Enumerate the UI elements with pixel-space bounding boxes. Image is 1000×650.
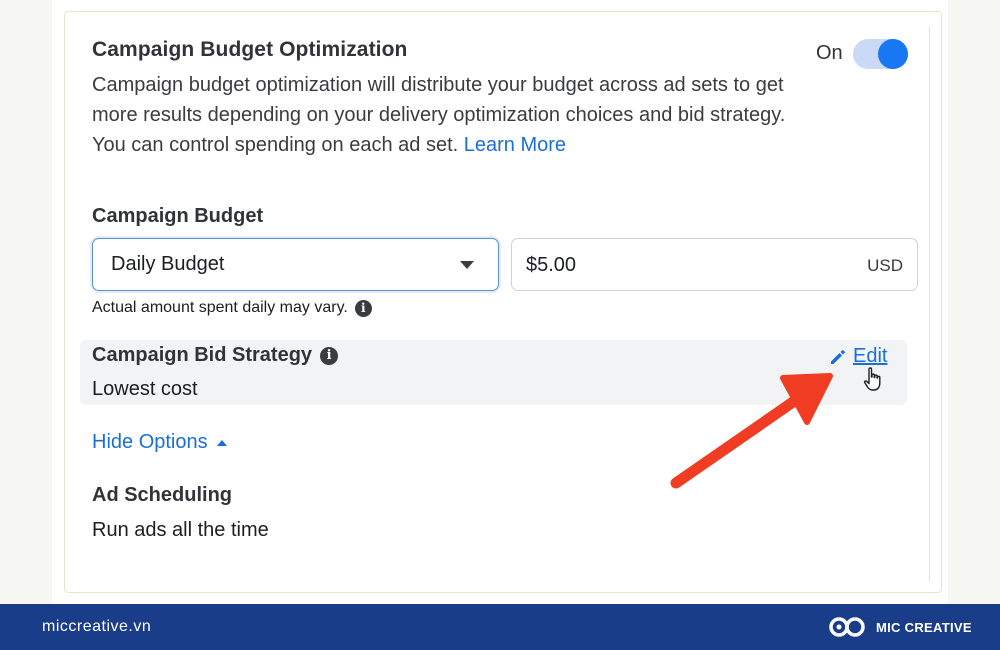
panel-divider [929,26,930,582]
bid-strategy-label-text: Campaign Bid Strategy [92,344,313,366]
edit-bid-strategy-button[interactable]: Edit [829,345,887,368]
edit-label: Edit [853,345,888,367]
ad-scheduling-heading: Ad Scheduling [92,484,232,506]
bid-strategy-label: Campaign Bid Strategy i [92,344,339,367]
footer-brand-name: MIC CREATIVE [876,619,972,635]
budget-helper-text: Actual amount spent daily may vary. [92,299,348,316]
footer-bar: miccreative.vn MIC CREATIVE [0,604,1000,650]
footer-site-url[interactable]: miccreative.vn [42,618,151,636]
budget-amount-value: $5.00 [526,254,577,276]
budget-helper: Actual amount spent daily may vary. i [92,299,372,317]
bid-strategy-value: Lowest cost [92,378,198,400]
info-icon[interactable]: i [320,346,339,365]
learn-more-link[interactable]: Learn More [464,134,566,156]
currency-label: USD [867,256,903,275]
pencil-icon [831,349,845,364]
cbo-description-text: Campaign budget optimization will distri… [92,74,786,156]
budget-type-value: Daily Budget [111,253,225,275]
chevron-down-icon [460,261,474,269]
cbo-title: Campaign Budget Optimization [92,38,408,61]
ad-scheduling-value: Run ads all the time [92,519,269,541]
mic-logo-icon [829,617,865,637]
hide-options-label: Hide Options [92,431,208,453]
cbo-description: Campaign budget optimization will distri… [92,70,812,160]
footer-brand: MIC CREATIVE [828,615,972,639]
hand-cursor-icon [863,367,881,391]
hide-options-toggle[interactable]: Hide Options [92,431,227,454]
budget-type-select[interactable]: Daily Budget [92,238,499,291]
cbo-toggle[interactable] [853,39,908,69]
budget-amount-input[interactable]: $5.00 USD [511,238,918,291]
info-icon[interactable]: i [354,299,372,317]
campaign-budget-heading: Campaign Budget [92,205,264,227]
chevron-up-icon [216,439,227,446]
toggle-knob [878,39,908,69]
annotation-arrow [670,373,833,489]
cbo-toggle-label: On [816,42,843,64]
